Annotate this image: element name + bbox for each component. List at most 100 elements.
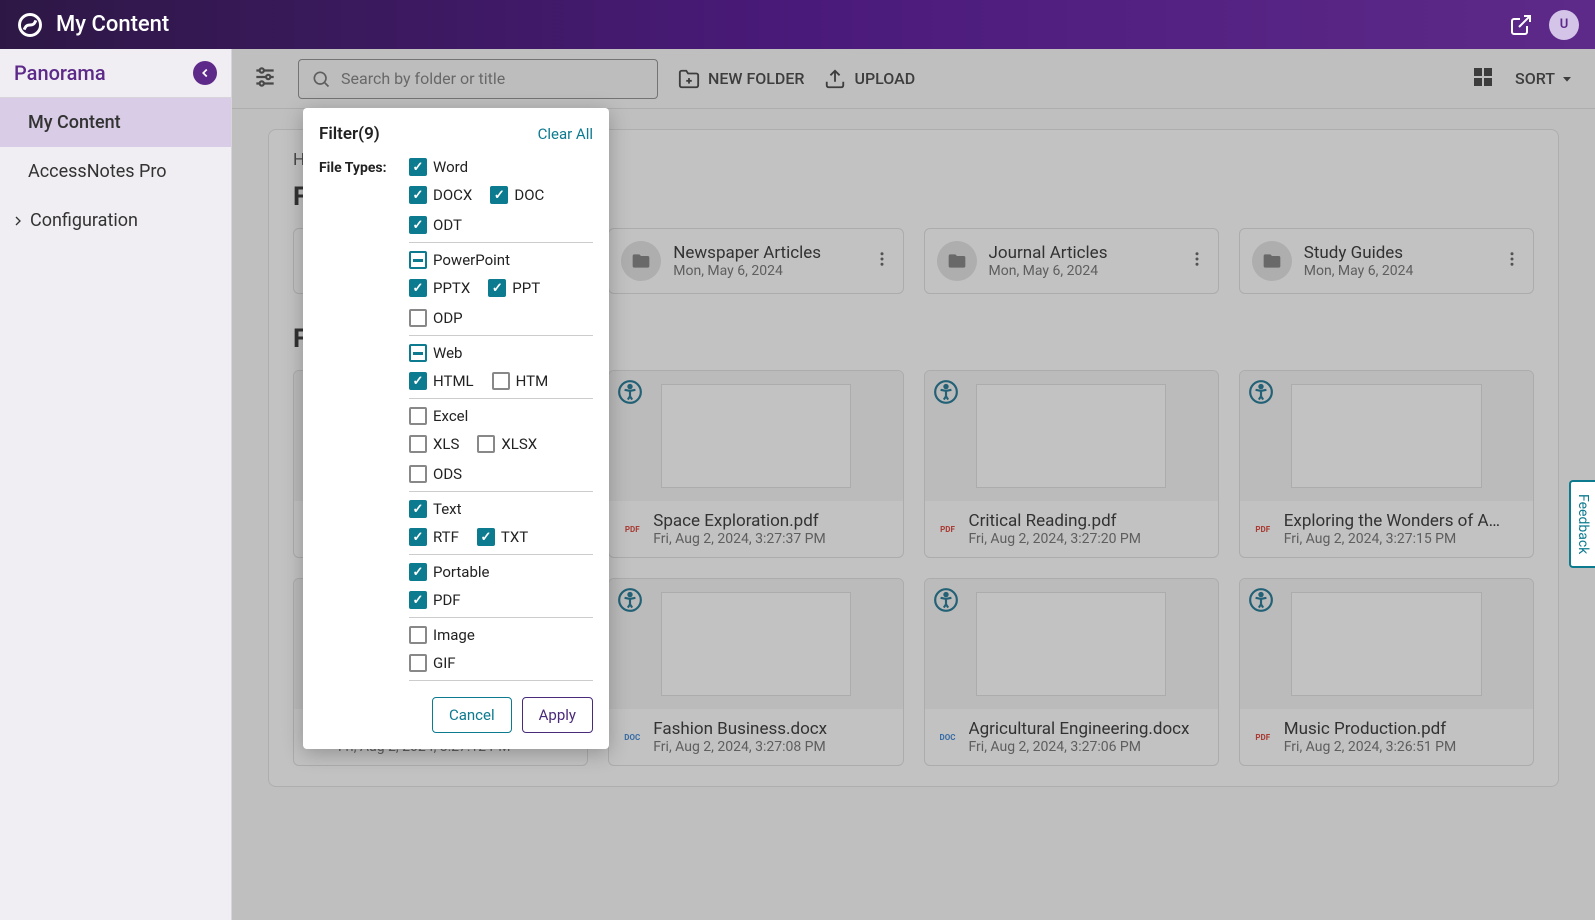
filter-group-powerpoint[interactable]: PowerPoint [409,251,593,269]
filter-clear-all[interactable]: Clear All [538,125,593,143]
filter-checkbox-txt[interactable]: TXT [477,528,528,546]
filter-checkbox-ppt[interactable]: PPT [488,279,540,297]
filter-checkbox-html[interactable]: HTML [409,372,474,390]
filter-checkbox-pptx[interactable]: PPTX [409,279,470,297]
filter-apply-button[interactable]: Apply [522,697,593,733]
folder-date: Mon, May 6, 2024 [989,263,1176,279]
file-card[interactable]: DOC Fashion Business.docx Fri, Aug 2, 20… [608,578,903,766]
filter-checkbox-doc[interactable]: DOC [490,186,544,204]
filter-group-portable[interactable]: Portable [409,563,593,581]
file-type-icon: DOC [621,726,643,748]
filter-checkbox-pdf[interactable]: PDF [409,591,461,609]
file-card[interactable]: PDF Critical Reading.pdf Fri, Aug 2, 202… [924,370,1219,558]
checkbox-icon [409,528,427,546]
checkbox-icon [409,251,427,269]
folder-name: Journal Articles [989,243,1176,263]
filter-checkbox-htm[interactable]: HTM [492,372,549,390]
filter-file-types-label: File Types: [319,160,397,176]
file-thumbnail [609,579,902,709]
sidebar-collapse-button[interactable] [193,61,217,85]
checkbox-icon [488,279,506,297]
header-right: U [1509,10,1579,40]
search-box[interactable] [298,59,658,99]
checkbox-icon [409,465,427,483]
folder-menu-button[interactable] [1503,250,1521,272]
file-date: Fri, Aug 2, 2024, 3:27:08 PM [653,739,890,755]
filter-button[interactable] [252,64,278,94]
filter-checkbox-odt[interactable]: ODT [409,216,462,234]
chevron-right-icon [10,213,26,229]
checkbox-icon [409,407,427,425]
sidebar-item-accessnotes[interactable]: AccessNotes Pro [0,147,231,196]
checkbox-icon [477,435,495,453]
checkbox-icon [409,626,427,644]
file-name: Critical Reading.pdf [969,511,1206,531]
app-header: My Content U [0,0,1595,49]
file-name: Agricultural Engineering.docx [969,719,1206,739]
sidebar-item-my-content[interactable]: My Content [0,98,231,147]
sidebar-item-label: Configuration [30,210,138,231]
accessibility-badge-icon [1248,379,1274,405]
file-name: Space Exploration.pdf [653,511,890,531]
file-card[interactable]: PDF Space Exploration.pdf Fri, Aug 2, 20… [608,370,903,558]
checkbox-label: DOC [514,186,544,204]
checkbox-icon [409,216,427,234]
filter-checkbox-ods[interactable]: ODS [409,465,462,483]
accessibility-badge-icon [617,379,643,405]
checkbox-label: PDF [433,591,461,609]
search-input[interactable] [341,69,645,88]
upload-label: UPLOAD [854,69,915,88]
folder-card[interactable]: Journal Articles Mon, May 6, 2024 [924,228,1219,294]
file-card[interactable]: PDF Exploring the Wonders of A… Fri, Aug… [1239,370,1534,558]
feedback-tab[interactable]: Feedback [1569,480,1595,568]
folder-card[interactable]: Study Guides Mon, May 6, 2024 [1239,228,1534,294]
file-card[interactable]: DOC Agricultural Engineering.docx Fri, A… [924,578,1219,766]
grid-view-button[interactable] [1471,65,1495,93]
avatar[interactable]: U [1549,10,1579,40]
filter-group-text[interactable]: Text [409,500,593,518]
file-card[interactable]: PDF Music Production.pdf Fri, Aug 2, 202… [1239,578,1534,766]
sort-label: SORT [1515,69,1555,88]
checkbox-icon [409,344,427,362]
toolbar: NEW FOLDER UPLOAD SORT [232,49,1595,109]
filter-checkbox-odp[interactable]: ODP [409,309,463,327]
checkbox-icon [492,372,510,390]
accessibility-badge-icon [617,587,643,613]
file-thumbnail [609,371,902,501]
filter-group-excel[interactable]: Excel [409,407,593,425]
filter-group-image[interactable]: Image [409,626,593,644]
folder-menu-button[interactable] [873,250,891,272]
folder-icon [621,241,661,281]
file-type-icon: PDF [937,518,959,540]
file-date: Fri, Aug 2, 2024, 3:27:15 PM [1284,531,1521,547]
filter-groups: Word DOCX DOC ODT PowerPoint PPTX PPT ODP We… [409,158,593,681]
checkbox-icon [409,591,427,609]
folder-date: Mon, May 6, 2024 [1304,263,1491,279]
checkbox-icon [409,279,427,297]
filter-checkbox-xlsx[interactable]: XLSX [477,435,537,453]
checkbox-icon [477,528,495,546]
folder-plus-icon [678,68,700,90]
checkbox-label: PPT [512,279,540,297]
folder-menu-button[interactable] [1188,250,1206,272]
popout-icon[interactable] [1509,13,1533,37]
filter-checkbox-xls[interactable]: XLS [409,435,459,453]
filter-checkbox-docx[interactable]: DOCX [409,186,472,204]
new-folder-button[interactable]: NEW FOLDER [678,68,804,90]
file-date: Fri, Aug 2, 2024, 3:27:06 PM [969,739,1206,755]
filter-group-label: Portable [433,563,489,581]
filter-group-label: Text [433,500,462,518]
filter-group-web[interactable]: Web [409,344,593,362]
folder-card[interactable]: Newspaper Articles Mon, May 6, 2024 [608,228,903,294]
sidebar-item-configuration[interactable]: Configuration [0,196,231,245]
filter-cancel-button[interactable]: Cancel [432,697,512,733]
folder-name: Newspaper Articles [673,243,860,263]
filter-checkbox-gif[interactable]: GIF [409,654,456,672]
filter-group-word[interactable]: Word [409,158,593,176]
filter-checkbox-rtf[interactable]: RTF [409,528,459,546]
sort-button[interactable]: SORT [1515,69,1575,88]
filter-popover: Filter(9) Clear All File Types: Word DOC… [303,108,609,749]
checkbox-icon [490,186,508,204]
checkbox-label: PPTX [433,279,470,297]
upload-button[interactable]: UPLOAD [824,68,915,90]
